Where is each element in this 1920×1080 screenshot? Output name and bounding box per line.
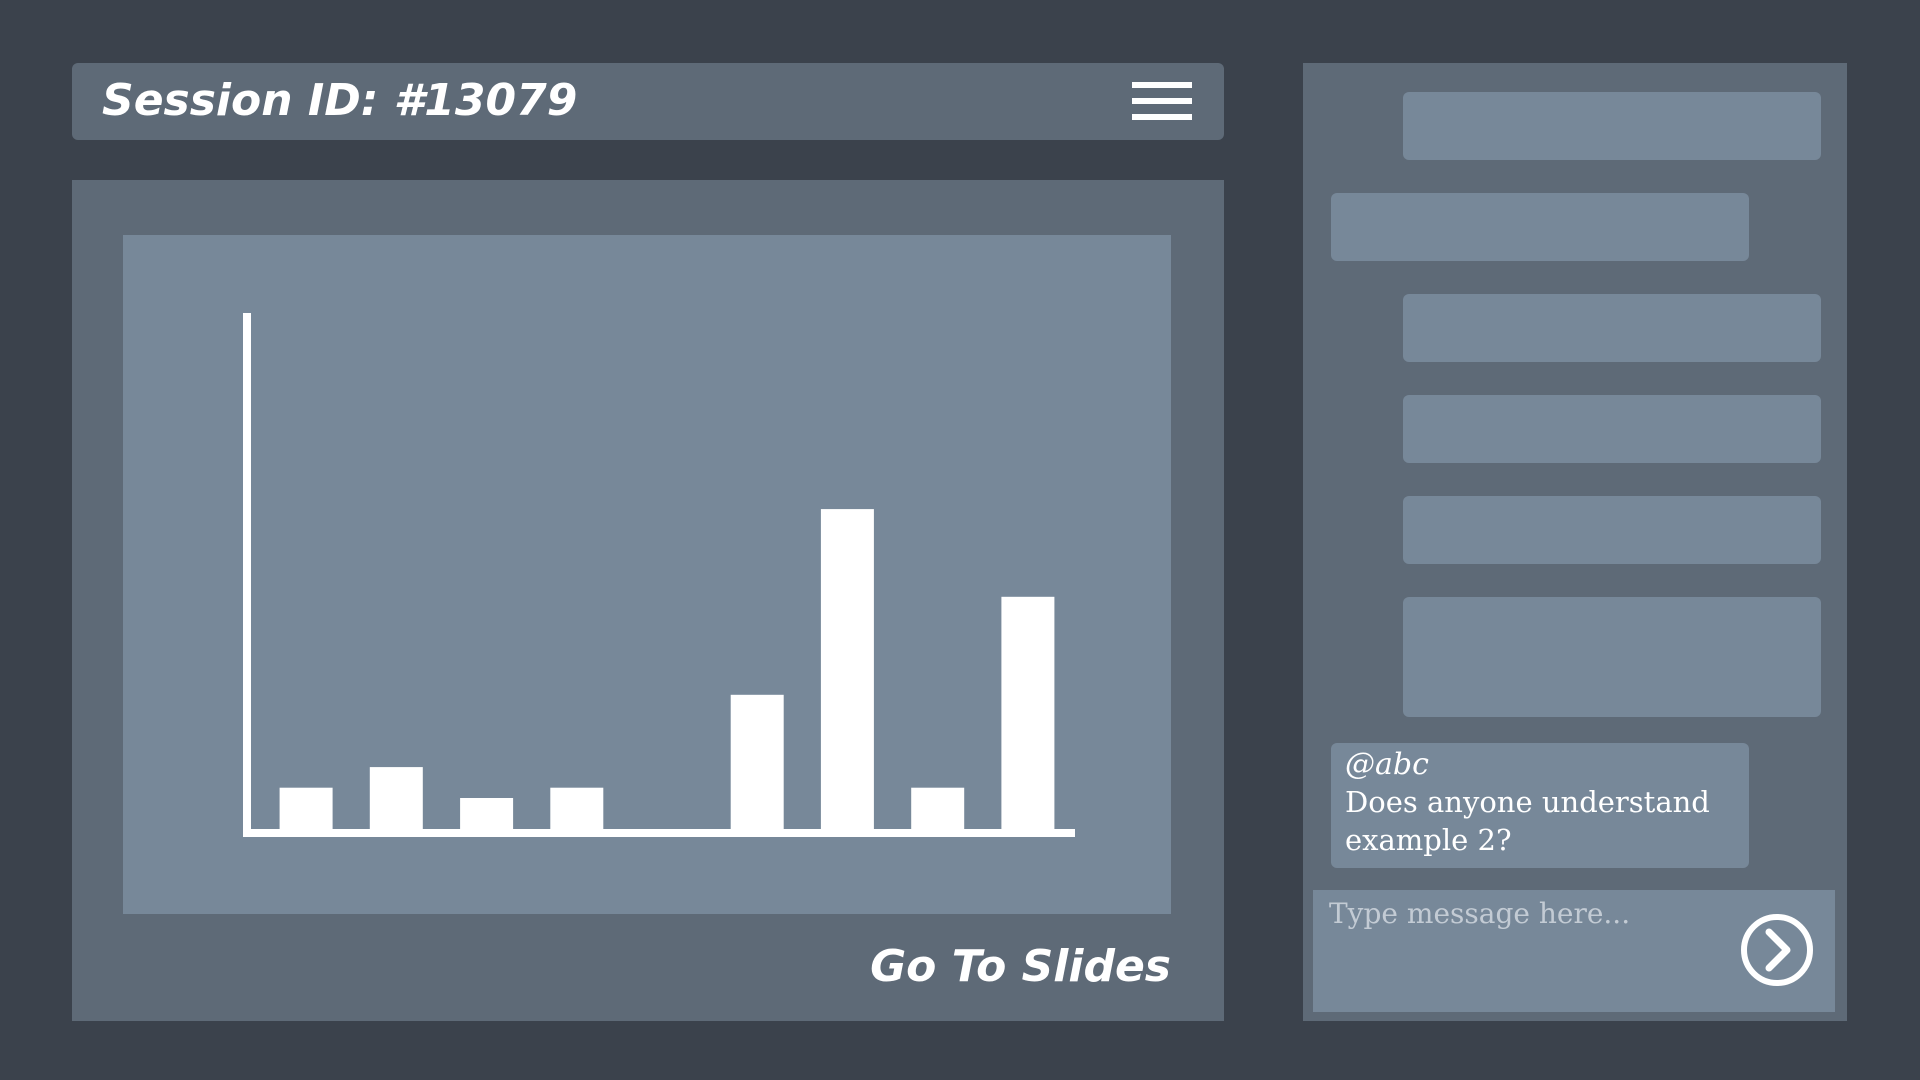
chart-bar <box>279 787 333 829</box>
bar-series <box>279 509 1055 829</box>
hamburger-menu-icon[interactable] <box>1130 81 1194 125</box>
chat-message-placeholder <box>1403 294 1821 362</box>
chart-bar <box>369 767 423 829</box>
chart-bar <box>1001 596 1055 829</box>
chat-message-placeholder <box>1331 193 1749 261</box>
bar-chart <box>243 313 1075 837</box>
chat-panel: @abc Does anyone understand example 2? <box>1303 63 1847 1021</box>
message-composer <box>1313 890 1835 1012</box>
chart-bar <box>820 509 874 829</box>
menu-line <box>1132 82 1192 88</box>
chat-message-placeholder <box>1403 395 1821 463</box>
menu-line <box>1132 114 1192 120</box>
chart-bar <box>460 798 514 829</box>
chat-message-placeholder <box>1403 597 1821 717</box>
session-title: Session ID: #13079 <box>102 75 578 126</box>
session-header: Session ID: #13079 <box>72 63 1224 140</box>
slide-view <box>123 235 1171 914</box>
menu-line <box>1132 98 1192 104</box>
chat-message-placeholder <box>1403 92 1821 160</box>
message-input[interactable] <box>1313 890 1733 1012</box>
chat-message: @abc Does anyone understand example 2? <box>1331 743 1749 868</box>
chat-message-placeholder <box>1403 496 1821 564</box>
send-icon[interactable] <box>1739 912 1815 988</box>
message-text: Does anyone understand example 2? <box>1345 785 1710 857</box>
chart-bar <box>730 694 784 829</box>
presentation-panel: Go To Slides <box>72 180 1224 1021</box>
message-username: @abc <box>1345 747 1429 782</box>
chart-bar <box>550 787 604 829</box>
go-to-slides-button[interactable]: Go To Slides <box>870 940 1171 994</box>
chart-bar <box>911 787 965 829</box>
